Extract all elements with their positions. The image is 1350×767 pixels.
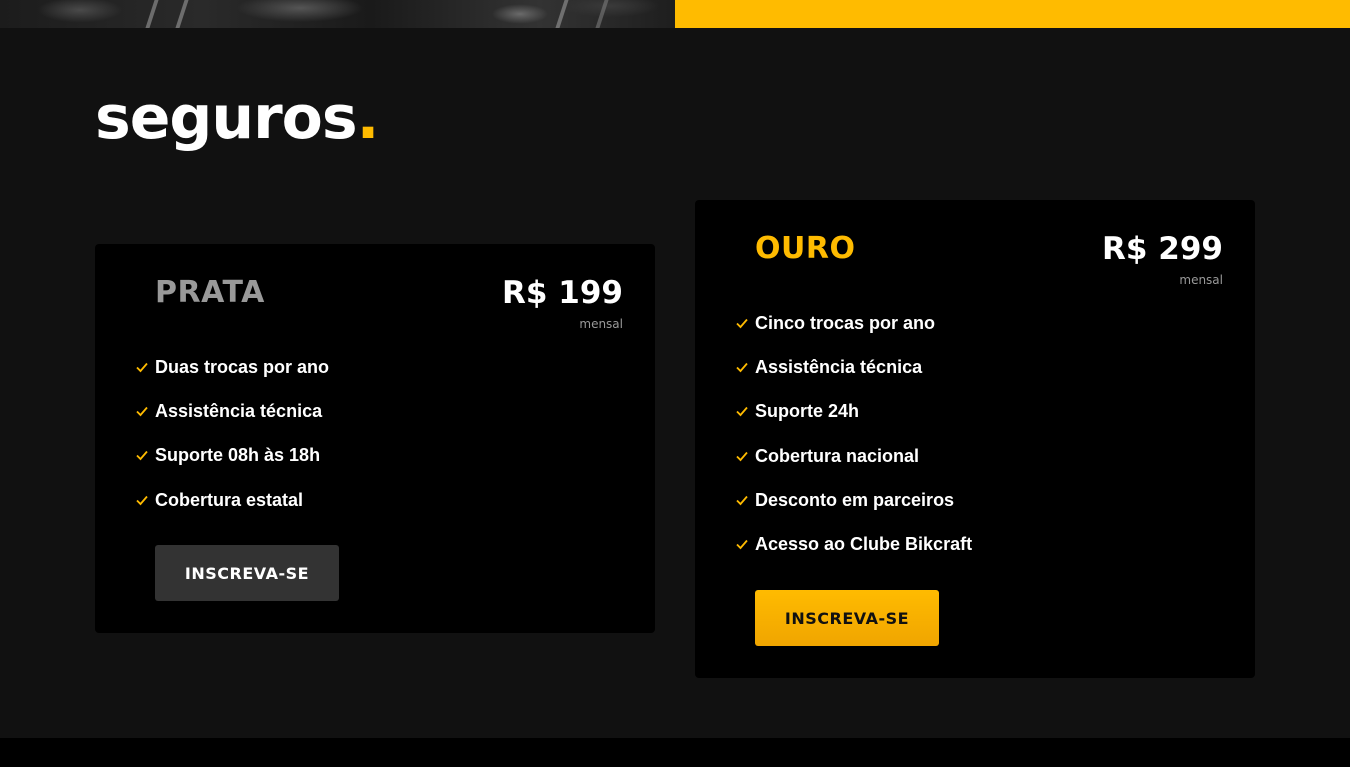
subscribe-button-prata[interactable]: INSCREVA-SE [155, 545, 339, 601]
plan-price: R$ 199 [502, 275, 623, 311]
plan-name: OURO [755, 231, 856, 266]
feature-item: Cobertura nacional [735, 445, 972, 489]
feature-label: Desconto em parceiros [755, 489, 955, 510]
check-icon [135, 404, 149, 418]
feature-list: Cinco trocas por ano Assistência técnica… [735, 312, 972, 577]
feature-item: Acesso ao Clube Bikcraft [735, 533, 972, 577]
feature-item: Suporte 08h às 18h [135, 444, 329, 488]
feature-label: Suporte 08h às 18h [155, 445, 321, 466]
plan-card-prata: PRATA R$ 199 mensal Duas trocas por ano … [95, 244, 655, 633]
yellow-accent-block [675, 0, 1350, 28]
header-strip [0, 0, 1350, 28]
plan-name: PRATA [155, 275, 265, 310]
feature-item: Suporte 24h [735, 400, 972, 444]
feature-label: Cobertura estatal [155, 489, 304, 510]
check-icon [135, 493, 149, 507]
check-icon [735, 449, 749, 463]
check-icon [735, 316, 749, 330]
feature-item: Cobertura estatal [135, 489, 329, 533]
feature-item: Duas trocas por ano [135, 356, 329, 400]
page-title: seguros. [95, 88, 379, 148]
plan-price: R$ 299 [1102, 231, 1223, 267]
feature-label: Assistência técnica [755, 357, 923, 378]
title-dot: . [356, 83, 380, 153]
feature-item: Desconto em parceiros [735, 489, 972, 533]
subscribe-button-ouro[interactable]: INSCREVA-SE [755, 590, 939, 646]
feature-label: Cobertura nacional [755, 445, 920, 466]
feature-label: Acesso ao Clube Bikcraft [755, 533, 973, 554]
check-icon [135, 360, 149, 374]
feature-item: Assistência técnica [135, 400, 329, 444]
check-icon [135, 448, 149, 462]
hero-photo-fragment [0, 0, 675, 28]
feature-item: Cinco trocas por ano [735, 312, 972, 356]
check-icon [735, 360, 749, 374]
feature-label: Assistência técnica [155, 401, 323, 422]
feature-label: Duas trocas por ano [155, 357, 330, 377]
feature-list: Duas trocas por ano Assistência técnica … [135, 356, 329, 533]
page-title-text: seguros [95, 83, 358, 153]
plan-period: mensal [579, 317, 623, 331]
plan-card-ouro: OURO R$ 299 mensal Cinco trocas por ano … [695, 200, 1255, 678]
feature-item: Assistência técnica [735, 356, 972, 400]
check-icon [735, 493, 749, 507]
check-icon [735, 537, 749, 551]
plan-period: mensal [1179, 273, 1223, 287]
check-icon [735, 404, 749, 418]
feature-label: Suporte 24h [755, 401, 860, 422]
footer-strip [0, 738, 1350, 767]
feature-label: Cinco trocas por ano [755, 313, 936, 333]
